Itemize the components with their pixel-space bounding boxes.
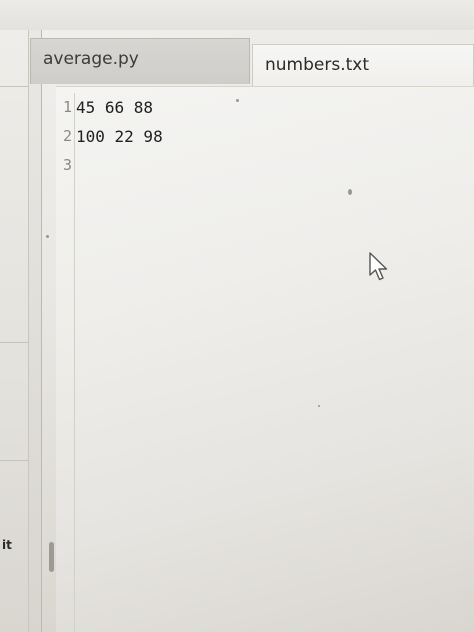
tab-bar: average.py numbers.txt [30, 38, 474, 90]
panel-gutter[interactable] [29, 30, 42, 632]
line-number: 1 [62, 98, 72, 116]
window-top-strip [0, 0, 474, 30]
code-line[interactable]: 100 22 98 [76, 122, 163, 151]
screen-speck [348, 189, 352, 195]
tab-label: average.py [43, 49, 139, 69]
line-number: 3 [62, 156, 72, 174]
side-panel-divider [0, 342, 28, 343]
code-editor[interactable]: 1 2 3 45 66 88 100 22 98 [46, 86, 474, 632]
side-panel-divider [0, 86, 28, 87]
mouse-pointer-icon [368, 251, 390, 287]
screen: it average.py numbers.txt 1 2 3 45 66 88… [0, 0, 474, 632]
screen-speck [318, 405, 320, 407]
screen-speck [46, 235, 49, 238]
code-line[interactable]: 45 66 88 [76, 93, 163, 122]
tab-average-py[interactable]: average.py [30, 38, 250, 84]
tab-numbers-txt[interactable]: numbers.txt [252, 44, 474, 90]
code-line[interactable] [76, 151, 163, 180]
side-panel-label: it [2, 538, 12, 552]
line-number: 2 [62, 127, 72, 145]
code-text[interactable]: 45 66 88 100 22 98 [76, 93, 163, 180]
scrollbar-handle[interactable] [49, 542, 54, 572]
side-panel-divider [0, 460, 28, 461]
tab-label: numbers.txt [265, 55, 370, 75]
line-number-gutter: 1 2 3 [56, 93, 75, 632]
screen-speck [236, 99, 239, 102]
side-panel: it [0, 30, 29, 632]
